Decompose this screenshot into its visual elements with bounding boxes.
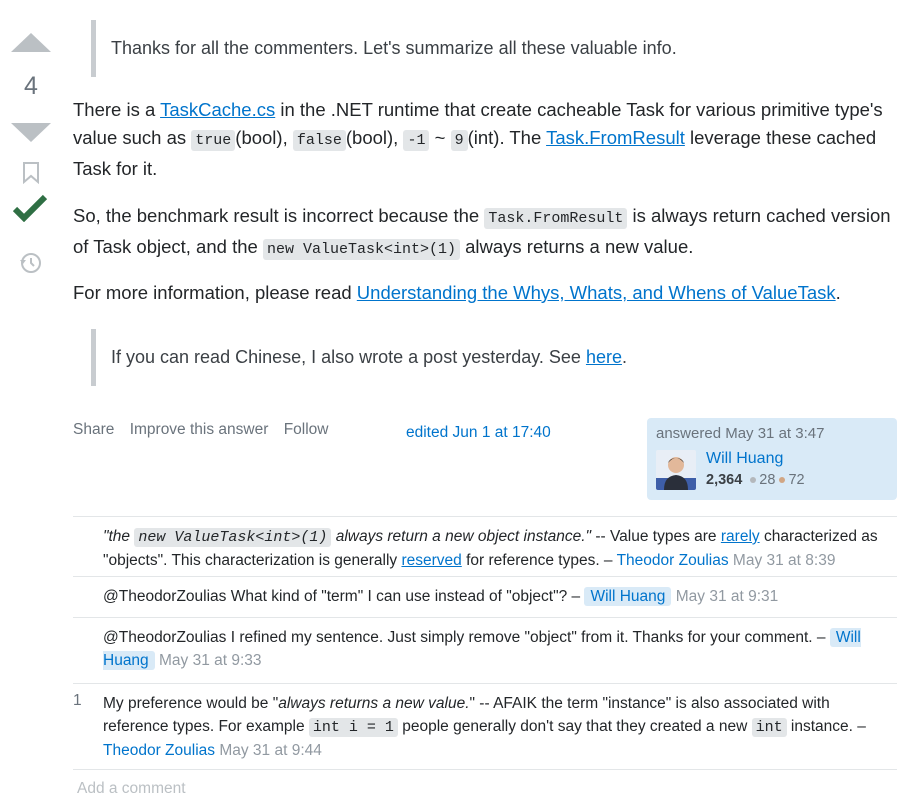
inline-code: false [292, 130, 346, 151]
edited-link[interactable]: edited Jun 1 at 17:40 [406, 424, 551, 442]
inline-code: true [191, 130, 236, 151]
inline-code: Task.FromResult [484, 208, 628, 229]
comment: 1 My preference would be "always returns… [73, 683, 897, 770]
inline-code: int i = 1 [308, 718, 398, 737]
comment-date[interactable]: May 31 at 9:44 [219, 742, 322, 759]
post-menu: Share Improve this answer Follow [73, 421, 340, 439]
taskcache-link[interactable]: TaskCache.cs [160, 99, 275, 120]
vote-count: 4 [24, 72, 38, 100]
text: ~ [429, 127, 451, 148]
add-comment-link[interactable]: Add a comment [77, 780, 186, 798]
improve-answer-link[interactable]: Improve this answer [130, 421, 269, 438]
comment-date[interactable]: May 31 at 9:33 [159, 652, 262, 669]
comment: @TheodorZoulias What kind of "term" I ca… [73, 576, 897, 618]
bronze-badge-icon [779, 476, 786, 483]
text: . [835, 282, 841, 303]
comment: @TheodorZoulias I refined my sentence. J… [73, 617, 897, 682]
comment-body: My preference would be "always returns a… [103, 692, 893, 762]
upvote-arrow-icon[interactable] [11, 33, 51, 52]
share-link[interactable]: Share [73, 421, 114, 438]
text: "the [103, 528, 135, 545]
blockquote-text: If you can read Chinese, I also wrote a … [96, 329, 896, 369]
paragraph: For more information, please read Unders… [73, 279, 903, 307]
text: @TheodorZoulias What kind of "term" I ca… [103, 588, 585, 605]
comment-date[interactable]: May 31 at 9:31 [676, 588, 779, 605]
text: (bool), [345, 127, 404, 148]
comment-date[interactable]: May 31 at 8:39 [733, 552, 836, 569]
text: If you can read Chinese, I also wrote a … [111, 347, 586, 367]
user-name-link[interactable]: Will Huang [706, 450, 783, 468]
inline-code: new ValueTask<int>(1) [262, 239, 460, 260]
comment: "the new ValueTask<int>(1) always return… [73, 516, 897, 577]
text: @TheodorZoulias I refined my sentence. J… [103, 629, 830, 646]
avatar[interactable] [656, 450, 696, 490]
history-icon[interactable] [19, 251, 43, 275]
comment-user-link[interactable]: Theodor Zoulias [103, 742, 215, 759]
emphasis: always returns a new value. [278, 695, 470, 712]
rarely-link[interactable]: rarely [721, 528, 760, 545]
comment-user-link[interactable]: Theodor Zoulias [617, 552, 729, 569]
text: There is a [73, 99, 161, 120]
text: (int). The [467, 127, 547, 148]
comment-body: @TheodorZoulias What kind of "term" I ca… [103, 585, 893, 608]
text: So, the benchmark result is incorrect be… [73, 205, 485, 226]
text: . [621, 347, 627, 367]
text: -- Value types are [591, 528, 721, 545]
comment-body: "the new ValueTask<int>(1) always return… [103, 525, 893, 572]
silver-badge-icon [750, 476, 757, 483]
blockquote: Thanks for all the commenters. Let's sum… [91, 20, 896, 77]
text: My preference would be " [103, 695, 279, 712]
follow-link[interactable]: Follow [284, 421, 329, 438]
quote: "the new ValueTask<int>(1) always return… [103, 528, 592, 547]
text: always returns a new value. [459, 236, 694, 257]
answered-time: answered May 31 at 3:47 [656, 425, 825, 442]
comment-score: 1 [73, 692, 82, 709]
comment-body: @TheodorZoulias I refined my sentence. J… [103, 626, 893, 672]
blockquote: If you can read Chinese, I also wrote a … [91, 329, 896, 386]
comment-user-link[interactable]: Will Huang [584, 587, 672, 606]
user-reputation: 2,364 28 72 [706, 472, 805, 488]
text: For more information, please read [73, 282, 357, 303]
task-fromresult-link[interactable]: Task.FromResult [546, 127, 685, 148]
inline-code: -1 [403, 130, 430, 151]
paragraph: So, the benchmark result is incorrect be… [73, 202, 903, 264]
inline-code: int [751, 718, 787, 737]
blockquote-text: Thanks for all the commenters. Let's sum… [111, 38, 677, 58]
bookmark-icon[interactable] [22, 162, 40, 184]
user-card: answered May 31 at 3:47 Will Huang 2,364… [647, 418, 897, 500]
accepted-check-icon [13, 194, 47, 222]
text: for reference types. – [461, 552, 617, 569]
valuetask-article-link[interactable]: Understanding the Whys, Whats, and Whens… [357, 282, 836, 303]
chinese-post-link[interactable]: here [586, 347, 622, 367]
text: (bool), [235, 127, 293, 148]
paragraph: There is a TaskCache.cs in the .NET runt… [73, 96, 903, 183]
downvote-arrow-icon[interactable] [11, 123, 51, 142]
text: people generally don't say that they cre… [397, 718, 752, 735]
reserved-link[interactable]: reserved [401, 552, 461, 569]
silver-badge-count: 28 [759, 472, 776, 488]
inline-code: 9 [450, 130, 468, 151]
text: instance. – [786, 718, 866, 735]
bronze-badge-count: 72 [788, 472, 805, 488]
inline-code: new ValueTask<int>(1) [134, 528, 332, 547]
text: always return a new object instance." [331, 528, 592, 545]
reputation-score: 2,364 [706, 472, 743, 488]
comment-divider [73, 769, 897, 771]
